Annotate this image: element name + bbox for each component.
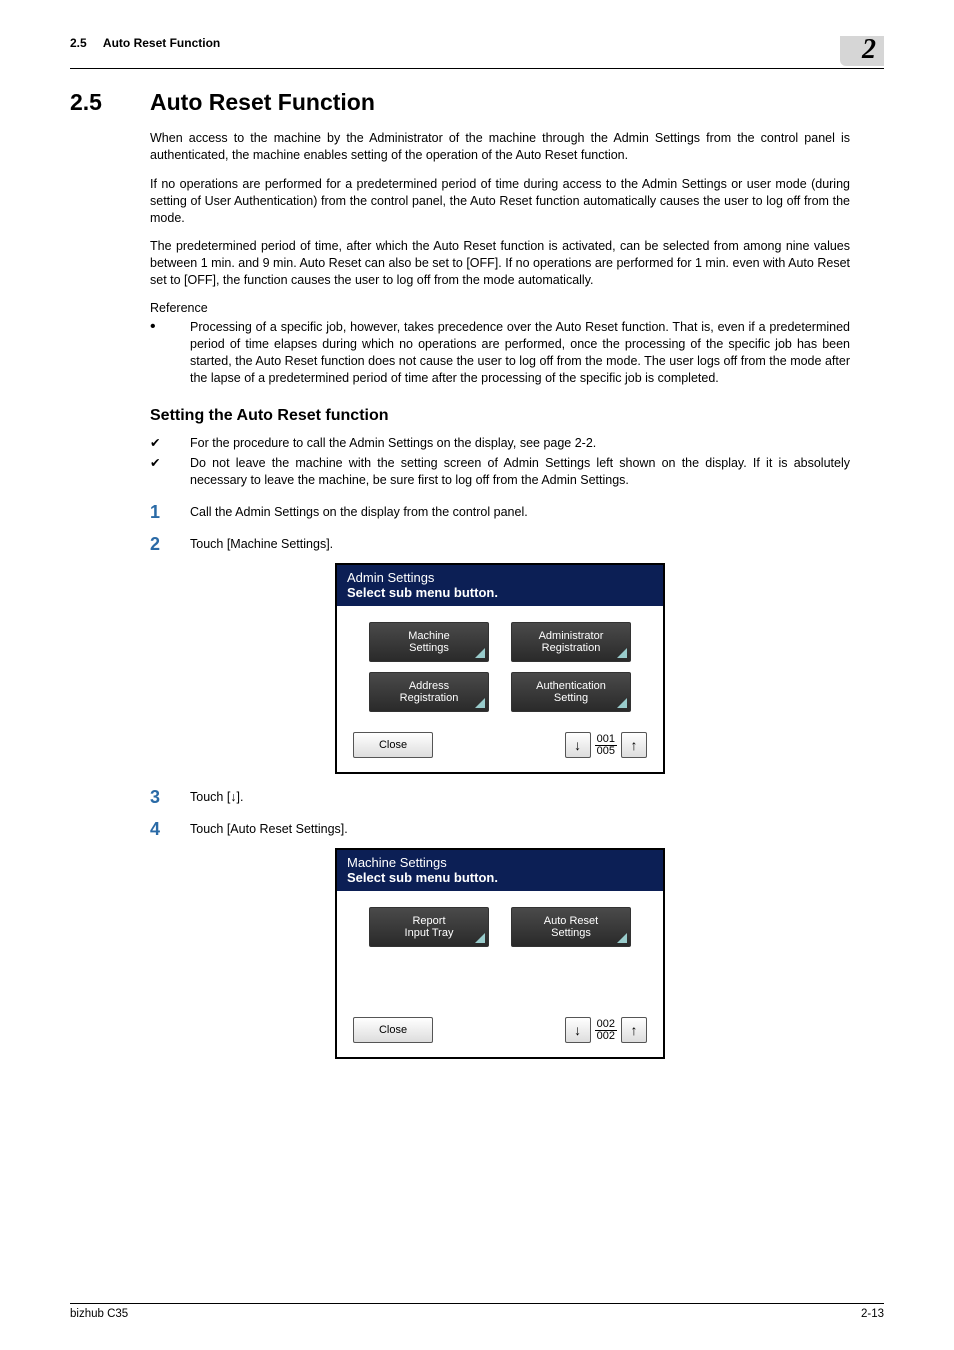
btn-line1: Address [409, 680, 449, 692]
screen-footer: Close ↓ 001 005 ↑ [343, 726, 657, 766]
screen-body: Report Input Tray Auto Reset Settings Cl… [337, 891, 663, 1057]
footer-left: bizhub C35 [70, 1308, 128, 1320]
step: 4 Touch [Auto Reset Settings]. [150, 820, 850, 838]
page-up-button[interactable]: ↑ [621, 1017, 647, 1043]
btn-line2: Settings [551, 927, 591, 939]
subsection-heading: Setting the Auto Reset function [150, 407, 850, 425]
machine-settings-screen: Machine Settings Select sub menu button.… [335, 848, 665, 1059]
corner-icon [617, 933, 627, 943]
page-current: 002 [595, 1019, 617, 1031]
step-text: Call the Admin Settings on the display f… [190, 503, 850, 519]
pager: ↓ 001 005 ↑ [565, 732, 647, 758]
machine-settings-button[interactable]: Machine Settings [369, 622, 489, 662]
screenshot-wrap: Machine Settings Select sub menu button.… [150, 848, 850, 1059]
screen-title: Admin Settings [347, 570, 653, 585]
close-button[interactable]: Close [353, 732, 433, 758]
screen-title: Machine Settings [347, 855, 653, 870]
page-indicator: 001 005 [595, 734, 617, 757]
btn-line2: Settings [409, 642, 449, 654]
section-heading: 2.5 Auto Reset Function [70, 89, 884, 116]
step-text: Touch [Auto Reset Settings]. [190, 820, 850, 836]
step: 3 Touch [↓]. [150, 788, 850, 806]
admin-settings-screen: Admin Settings Select sub menu button. M… [335, 563, 665, 774]
close-button[interactable]: Close [353, 1017, 433, 1043]
corner-icon [475, 698, 485, 708]
page-down-button[interactable]: ↓ [565, 1017, 591, 1043]
checklist-item: ✔ Do not leave the machine with the sett… [150, 455, 850, 489]
corner-icon [475, 933, 485, 943]
page-current: 001 [595, 734, 617, 746]
header-section-label: Auto Reset Function [103, 36, 220, 50]
section-number: 2.5 [70, 89, 150, 116]
btn-line1: Report [412, 915, 445, 927]
step-text: Touch [↓]. [190, 788, 850, 804]
running-head: 2.5 Auto Reset Function [70, 36, 220, 50]
document-page: 2.5 Auto Reset Function 2 2.5 Auto Reset… [0, 0, 954, 1350]
btn-line1: Machine [408, 630, 450, 642]
header-section-num: 2.5 [70, 36, 87, 50]
step-number: 3 [150, 788, 190, 806]
btn-line1: Authentication [536, 680, 606, 692]
menu-buttons: Machine Settings Administrator Registrat… [343, 616, 657, 726]
auto-reset-settings-button[interactable]: Auto Reset Settings [511, 907, 631, 947]
btn-line2: Registration [400, 692, 459, 704]
btn-line2: Setting [554, 692, 588, 704]
step: 1 Call the Admin Settings on the display… [150, 503, 850, 521]
screen-footer: Close ↓ 002 002 ↑ [343, 1011, 657, 1051]
menu-buttons: Report Input Tray Auto Reset Settings [343, 901, 657, 1011]
body-column: When access to the machine by the Admini… [150, 130, 850, 1059]
check-icon: ✔ [150, 455, 190, 489]
section-title: Auto Reset Function [150, 89, 375, 116]
screen-header: Machine Settings Select sub menu button. [337, 850, 663, 891]
screen-body: Machine Settings Administrator Registrat… [337, 606, 663, 772]
report-input-tray-button[interactable]: Report Input Tray [369, 907, 489, 947]
paragraph: When access to the machine by the Admini… [150, 130, 850, 164]
page-total: 005 [595, 746, 617, 757]
corner-icon [475, 648, 485, 658]
paragraph: The predetermined period of time, after … [150, 238, 850, 289]
screen-subtitle: Select sub menu button. [347, 585, 653, 600]
page-up-button[interactable]: ↑ [621, 732, 647, 758]
corner-icon [617, 648, 627, 658]
check-icon: ✔ [150, 435, 190, 452]
step-text: Touch [Machine Settings]. [190, 535, 850, 551]
step-number: 1 [150, 503, 190, 521]
btn-line2: Input Tray [405, 927, 454, 939]
page-total: 002 [595, 1031, 617, 1042]
bullet-icon: • [150, 319, 190, 387]
corner-icon [617, 698, 627, 708]
bullet-text: Processing of a specific job, however, t… [190, 319, 850, 387]
page-indicator: 002 002 [595, 1019, 617, 1042]
check-text: Do not leave the machine with the settin… [190, 455, 850, 489]
btn-line1: Administrator [539, 630, 604, 642]
screenshot-wrap: Admin Settings Select sub menu button. M… [150, 563, 850, 774]
chapter-badge: 2 [840, 36, 884, 66]
page-down-button[interactable]: ↓ [565, 732, 591, 758]
page-footer: bizhub C35 2-13 [70, 1303, 884, 1320]
pager: ↓ 002 002 ↑ [565, 1017, 647, 1043]
screen-header: Admin Settings Select sub menu button. [337, 565, 663, 606]
step-number: 4 [150, 820, 190, 838]
reference-label: Reference [150, 301, 850, 315]
step: 2 Touch [Machine Settings]. [150, 535, 850, 553]
page-header: 2.5 Auto Reset Function 2 [70, 36, 884, 69]
footer-right: 2-13 [861, 1308, 884, 1320]
reference-bullet: • Processing of a specific job, however,… [150, 319, 850, 387]
authentication-setting-button[interactable]: Authentication Setting [511, 672, 631, 712]
checklist-item: ✔ For the procedure to call the Admin Se… [150, 435, 850, 452]
paragraph: If no operations are performed for a pre… [150, 176, 850, 227]
btn-line2: Registration [542, 642, 601, 654]
check-text: For the procedure to call the Admin Sett… [190, 435, 850, 452]
administrator-registration-button[interactable]: Administrator Registration [511, 622, 631, 662]
btn-line1: Auto Reset [544, 915, 598, 927]
address-registration-button[interactable]: Address Registration [369, 672, 489, 712]
step-number: 2 [150, 535, 190, 553]
screen-subtitle: Select sub menu button. [347, 870, 653, 885]
